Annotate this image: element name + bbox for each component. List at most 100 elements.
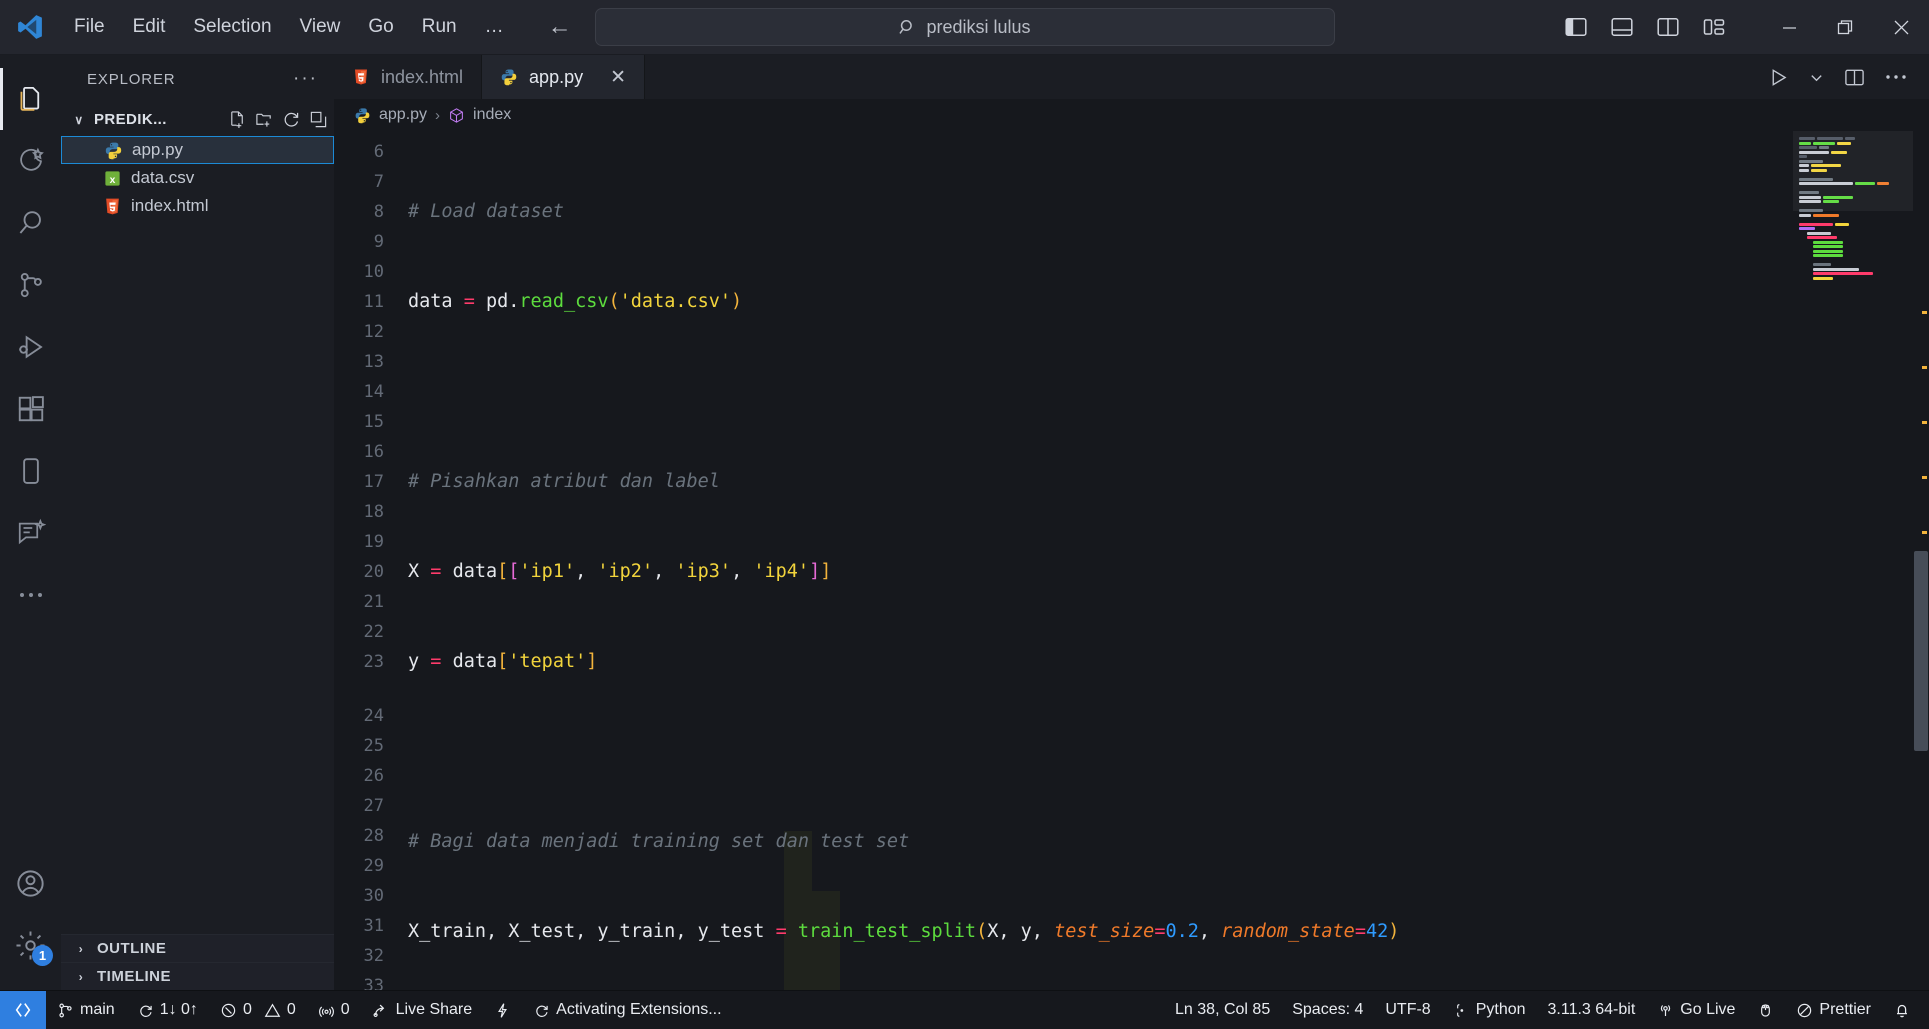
run-python-file-icon[interactable] xyxy=(1768,67,1789,88)
activity-more[interactable] xyxy=(0,564,61,626)
minimap[interactable] xyxy=(1793,131,1913,990)
activity-account[interactable] xyxy=(0,852,61,914)
explorer-file-data-csv[interactable]: x data.csv xyxy=(61,164,334,192)
status-indentation[interactable]: Spaces: 4 xyxy=(1281,991,1374,1029)
line-number: 19 xyxy=(363,532,384,552)
python-file-icon xyxy=(354,107,371,124)
toggle-secondary-sidebar-icon[interactable] xyxy=(1657,17,1679,37)
overview-ruler[interactable] xyxy=(1913,131,1929,990)
refresh-icon[interactable] xyxy=(282,110,301,129)
activity-settings[interactable]: 1 xyxy=(0,914,61,976)
line-number: 18 xyxy=(363,502,384,522)
new-folder-icon[interactable] xyxy=(255,110,274,129)
tab-app-py[interactable]: app.py ✕ xyxy=(482,55,646,99)
side-bar: EXPLORER ··· ∨ PREDIK... app.py x data.c… xyxy=(61,55,334,990)
status-prettier-label: Prettier xyxy=(1819,1001,1871,1018)
code-content[interactable]: # Load dataset data = pd.read_csv('data.… xyxy=(396,131,1793,990)
chevron-right-icon[interactable]: › xyxy=(73,942,89,956)
line-number: 17 xyxy=(363,472,384,492)
menu-go[interactable]: Go xyxy=(354,11,407,43)
activity-source-control[interactable] xyxy=(0,254,61,316)
menu-run[interactable]: Run xyxy=(408,11,471,43)
activity-extensions[interactable] xyxy=(0,378,61,440)
breadcrumb-file[interactable]: app.py xyxy=(379,106,427,124)
line-number: 23 xyxy=(363,652,384,672)
line-number: 32 xyxy=(363,946,384,966)
activity-chat[interactable] xyxy=(0,502,61,564)
window-close-button[interactable] xyxy=(1873,0,1929,55)
customize-layout-icon[interactable] xyxy=(1703,17,1725,37)
line-number: 29 xyxy=(363,856,384,876)
status-ports[interactable]: 0 xyxy=(307,991,361,1029)
line-number: 9 xyxy=(373,232,384,252)
status-sync[interactable]: 1↓ 0↑ xyxy=(126,991,209,1029)
minimap-slider[interactable] xyxy=(1793,131,1913,211)
menu-view[interactable]: View xyxy=(286,11,355,43)
split-editor-icon[interactable] xyxy=(1844,67,1865,88)
chevron-down-icon[interactable] xyxy=(1809,70,1824,85)
menu-more[interactable]: … xyxy=(471,11,518,43)
status-cursor-position[interactable]: Ln 38, Col 85 xyxy=(1164,991,1281,1029)
toggle-primary-sidebar-icon[interactable] xyxy=(1565,17,1587,37)
status-prettier[interactable]: Prettier xyxy=(1785,991,1882,1029)
activity-search[interactable] xyxy=(0,192,61,254)
explorer-file-index-html[interactable]: index.html xyxy=(61,192,334,220)
explorer-folder-row[interactable]: ∨ PREDIK... xyxy=(61,103,334,136)
chevron-right-icon[interactable]: › xyxy=(73,970,89,984)
new-file-icon[interactable] xyxy=(228,110,247,129)
window-minimize-button[interactable] xyxy=(1761,0,1817,55)
sidebar-section-timeline[interactable]: › TIMELINE xyxy=(61,962,334,990)
menu-file[interactable]: File xyxy=(60,11,119,43)
line-number: 14 xyxy=(363,382,384,402)
status-interpreter[interactable]: 3.11.3 64-bit xyxy=(1537,991,1647,1029)
explorer-more-icon[interactable]: ··· xyxy=(293,68,318,90)
title-bar: File Edit Selection View Go Run … ← → pr… xyxy=(0,0,1929,55)
status-language-mode[interactable]: Python xyxy=(1442,991,1537,1029)
status-go-live-label: Go Live xyxy=(1680,1001,1736,1018)
explorer-file-app-py[interactable]: app.py xyxy=(61,136,334,164)
status-bar: main 1↓ 0↑ 0 0 0 Live Share Activating E… xyxy=(0,990,1929,1029)
breadcrumb-symbol[interactable]: index xyxy=(473,106,511,124)
code-line-14: X_train, X_test, y_train, y_test = train… xyxy=(408,921,1400,942)
editor-more-icon[interactable] xyxy=(1885,73,1907,81)
line-number: 20 xyxy=(363,562,384,582)
activity-remote-device[interactable] xyxy=(0,440,61,502)
editor-scrollbar-thumb[interactable] xyxy=(1914,551,1928,751)
explorer-title: EXPLORER xyxy=(87,70,176,88)
status-problems[interactable]: 0 0 xyxy=(209,991,307,1029)
go-back-icon[interactable]: ← xyxy=(548,15,572,39)
line-number: 30 xyxy=(363,886,384,906)
window-right-controls xyxy=(1565,0,1929,55)
status-live-share[interactable]: Live Share xyxy=(361,991,484,1029)
status-lightning[interactable] xyxy=(483,991,522,1029)
tab-close-icon[interactable]: ✕ xyxy=(610,66,626,89)
activity-run-debug[interactable] xyxy=(0,316,61,378)
menu-selection[interactable]: Selection xyxy=(179,11,285,43)
code-line-13: # Bagi data menjadi training set dan tes… xyxy=(408,831,910,852)
toggle-panel-icon[interactable] xyxy=(1611,17,1633,37)
chevron-down-icon[interactable]: ∨ xyxy=(71,113,87,127)
activity-copilot[interactable] xyxy=(0,130,61,192)
status-branch[interactable]: main xyxy=(46,991,126,1029)
status-error-count: 0 xyxy=(242,1001,252,1018)
tab-index-html[interactable]: index.html xyxy=(334,55,483,99)
line-number: 16 xyxy=(363,442,384,462)
code-editor[interactable]: 6 7 8 9 10 11 12 13 14 15 16 17 18 19 20… xyxy=(334,131,1929,990)
status-encoding[interactable]: UTF-8 xyxy=(1374,991,1441,1029)
collapse-all-icon[interactable] xyxy=(309,110,328,129)
activity-explorer[interactable] xyxy=(0,68,61,130)
sidebar-section-outline[interactable]: › OUTLINE xyxy=(61,934,334,962)
window-maximize-button[interactable] xyxy=(1817,0,1873,55)
status-extensions[interactable]: Activating Extensions... xyxy=(522,991,732,1029)
line-number: 11 xyxy=(363,292,384,312)
status-mouse[interactable] xyxy=(1746,991,1785,1029)
status-sync-label: 1↓ 0↑ xyxy=(159,1001,198,1018)
overview-mark xyxy=(1922,311,1927,314)
status-remote[interactable] xyxy=(0,990,46,1029)
editor-tab-bar: index.html app.py ✕ xyxy=(334,55,1929,99)
quick-search-input[interactable]: prediksi lulus xyxy=(594,8,1335,46)
status-go-live[interactable]: Go Live xyxy=(1646,991,1746,1029)
activity-bar: 1 xyxy=(0,55,61,990)
menu-edit[interactable]: Edit xyxy=(119,11,180,43)
status-notifications[interactable] xyxy=(1882,991,1929,1029)
